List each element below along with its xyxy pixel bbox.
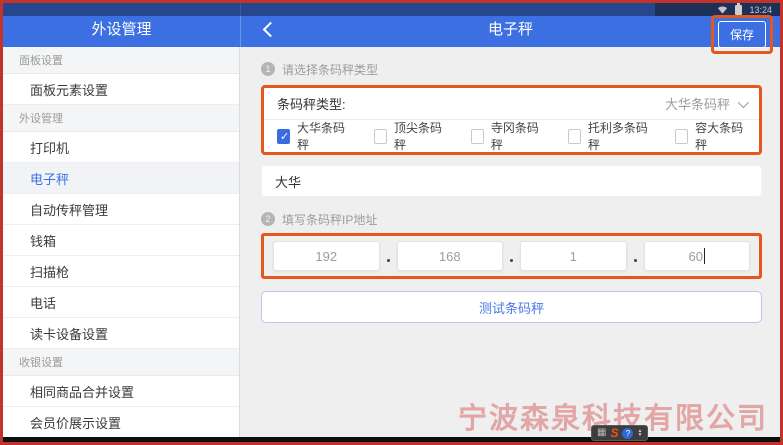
scale-settings-panel: 1 请选择条码秤类型 条码秤类型: 大华条码秤 大华条码秤 顶尖条码秤 bbox=[241, 47, 780, 438]
ip-octet-1-input[interactable]: 192 bbox=[273, 241, 380, 271]
status-time: 13:24 bbox=[749, 5, 772, 15]
test-scale-button[interactable]: 测试条码秤 bbox=[261, 291, 762, 323]
step2-label: 填写条码秤IP地址 bbox=[282, 211, 377, 228]
s-logo-icon[interactable]: S bbox=[610, 427, 618, 439]
ip-address-group: 192 168 1 60 bbox=[261, 233, 762, 279]
checkbox-checked-icon[interactable] bbox=[277, 129, 290, 144]
ip-separator-dot bbox=[510, 259, 513, 262]
battery-icon bbox=[735, 5, 742, 15]
ip-octet-3-input[interactable]: 1 bbox=[520, 241, 627, 271]
wifi-icon bbox=[717, 5, 728, 14]
checkbox-tuoliduo[interactable]: 托利多条码秤 bbox=[568, 119, 649, 153]
save-button-highlight: 保存 bbox=[711, 15, 773, 54]
scale-type-selected-value: 大华条码秤 bbox=[665, 94, 730, 113]
checkbox-dingjian[interactable]: 顶尖条码秤 bbox=[374, 119, 445, 153]
scale-type-options: 大华条码秤 顶尖条码秤 寺冈条码秤 托利多条码秤 容大条码秤 bbox=[264, 120, 759, 152]
sidebar-item-auto-scale[interactable]: 自动传秤管理 bbox=[3, 194, 239, 225]
step1-label: 请选择条码秤类型 bbox=[282, 61, 378, 78]
step2-badge-icon: 2 bbox=[261, 212, 275, 226]
step2-row: 2 填写条码秤IP地址 bbox=[261, 211, 762, 227]
sidebar-item-phone[interactable]: 电话 bbox=[3, 287, 239, 318]
chevron-down-icon bbox=[738, 96, 749, 107]
checkbox-icon[interactable] bbox=[374, 129, 387, 144]
checkbox-icon[interactable] bbox=[568, 129, 581, 144]
checkbox-sigang[interactable]: 寺冈条码秤 bbox=[471, 119, 542, 153]
checkbox-dahua[interactable]: 大华条码秤 bbox=[277, 119, 348, 153]
text-cursor bbox=[704, 248, 705, 264]
keyboard-icon[interactable]: ▦ bbox=[597, 428, 606, 438]
scale-type-dropdown[interactable]: 大华条码秤 bbox=[665, 94, 746, 113]
settings-sidebar: 面板设置 面板元素设置 外设管理 打印机 电子秤 自动传秤管理 钱箱 扫描枪 电… bbox=[3, 47, 240, 438]
checkbox-icon[interactable] bbox=[471, 129, 484, 144]
ip-separator-dot bbox=[634, 259, 637, 262]
bottom-edge-bar bbox=[3, 437, 780, 442]
sidebar-section-panel: 面板设置 bbox=[3, 47, 239, 74]
app-window: 外设管理 电子秤 保存 13:24 面板设置 面板元素设置 外设管理 打印机 电… bbox=[0, 0, 783, 445]
help-icon[interactable]: ? bbox=[622, 428, 633, 439]
sidebar-item-member-price[interactable]: 会员价展示设置 bbox=[3, 407, 239, 438]
sidebar-item-scale[interactable]: 电子秤 bbox=[3, 163, 239, 194]
ip-separator-dot bbox=[387, 259, 390, 262]
checkbox-rongda[interactable]: 容大条码秤 bbox=[675, 119, 746, 153]
page-title: 电子秤 bbox=[488, 18, 533, 47]
scale-name-input[interactable] bbox=[261, 165, 762, 197]
sidebar-item-scanner[interactable]: 扫描枪 bbox=[3, 256, 239, 287]
sidebar-item-panel-elements[interactable]: 面板元素设置 bbox=[3, 74, 239, 105]
sidebar-item-card-reader[interactable]: 读卡设备设置 bbox=[3, 318, 239, 349]
step1-row: 1 请选择条码秤类型 bbox=[261, 61, 762, 77]
ip-octet-4-input[interactable]: 60 bbox=[644, 241, 751, 271]
sidebar-section-cashier: 收银设置 bbox=[3, 349, 239, 376]
save-button[interactable]: 保存 bbox=[718, 21, 766, 48]
back-icon[interactable] bbox=[263, 22, 279, 38]
collapse-arrows-icon[interactable]: ▲▼ bbox=[637, 429, 642, 437]
sidebar-item-merge-goods[interactable]: 相同商品合并设置 bbox=[3, 376, 239, 407]
status-bar: 13:24 bbox=[3, 3, 780, 16]
scale-type-label: 条码秤类型: bbox=[277, 94, 346, 113]
scale-type-panel: 条码秤类型: 大华条码秤 大华条码秤 顶尖条码秤 寺冈条码秤 bbox=[261, 85, 762, 155]
sidebar-item-printer[interactable]: 打印机 bbox=[3, 132, 239, 163]
step1-badge-icon: 1 bbox=[261, 62, 275, 76]
checkbox-icon[interactable] bbox=[675, 129, 688, 144]
sidebar-section-peripherals: 外设管理 bbox=[3, 105, 239, 132]
sidebar-title: 外设管理 bbox=[91, 18, 151, 47]
scale-type-row: 条码秤类型: 大华条码秤 bbox=[264, 88, 759, 120]
ip-octet-2-input[interactable]: 168 bbox=[397, 241, 504, 271]
sidebar-item-cash-drawer[interactable]: 钱箱 bbox=[3, 225, 239, 256]
floating-tool-bar[interactable]: ▦ S ? ▲▼ bbox=[591, 425, 648, 441]
